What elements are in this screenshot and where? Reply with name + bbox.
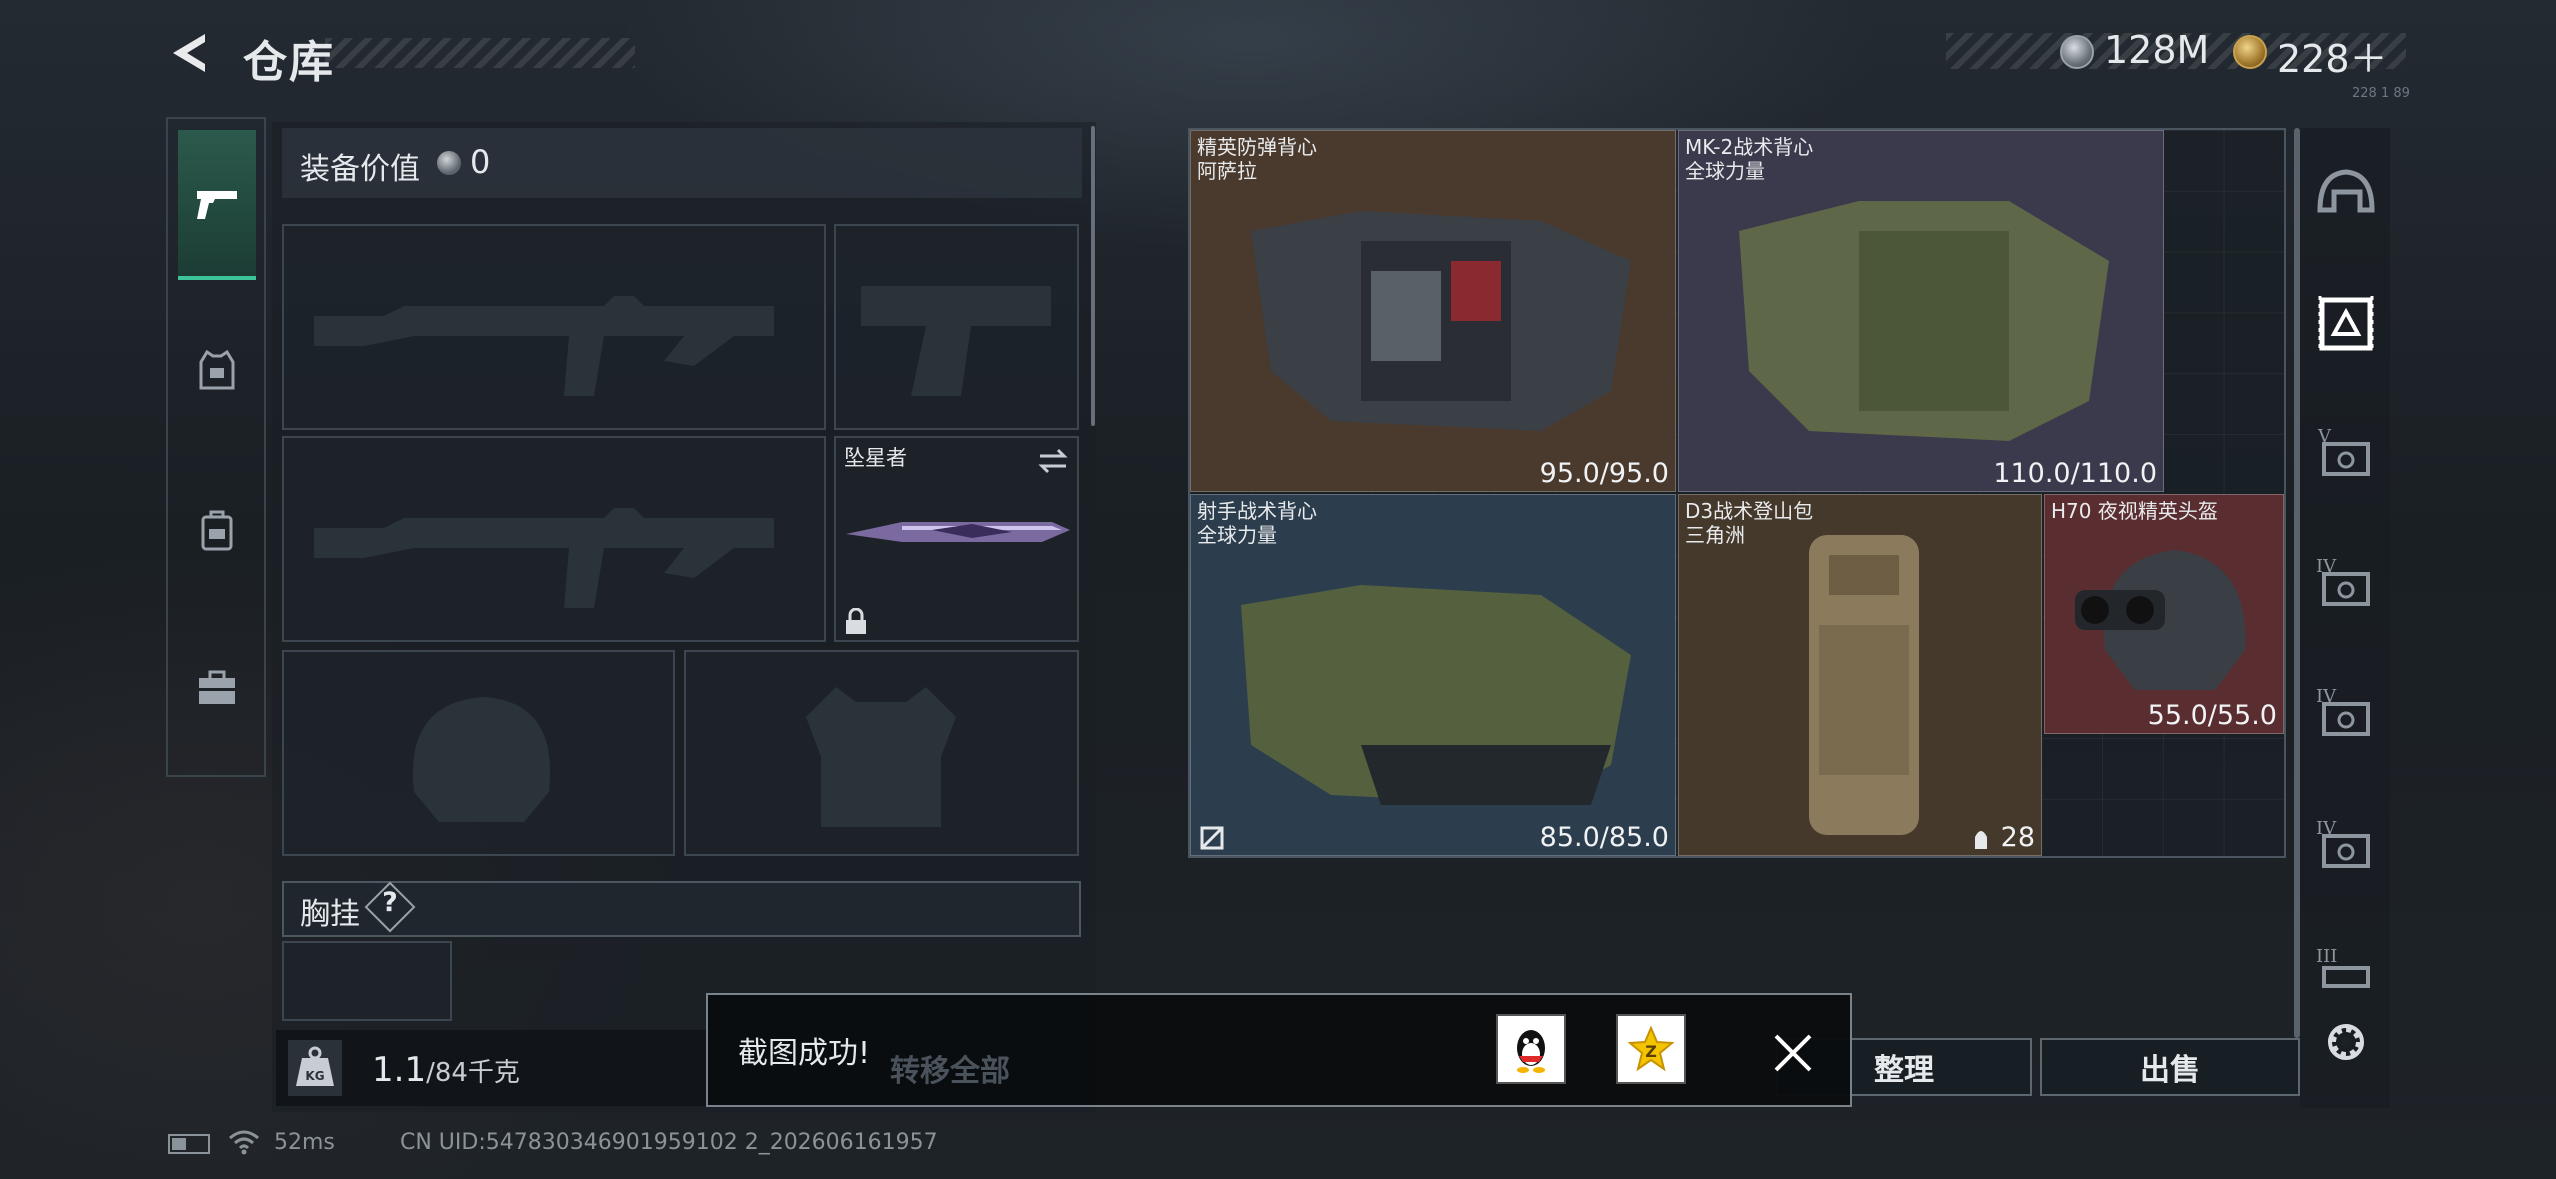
- item-origin: 全球力量: [1197, 523, 1277, 547]
- vest-image: [1739, 201, 2109, 441]
- item-name: H70 夜视精英头盔: [2051, 499, 2218, 523]
- helmet-slot[interactable]: [282, 650, 675, 856]
- tab-backpack[interactable]: [178, 480, 256, 580]
- item-name: 精英防弹背心: [1197, 135, 1317, 159]
- silver-coin-icon: [437, 151, 461, 175]
- pistol-silhouette-icon: [861, 286, 1051, 396]
- swap-icon[interactable]: [1036, 446, 1070, 476]
- silver-coin-icon: [2060, 35, 2094, 69]
- network-ping: 52ms: [274, 1130, 335, 1155]
- backpack-image: [1809, 535, 1919, 835]
- equipment-value: 0: [470, 143, 491, 181]
- helmet-silhouette-icon: [412, 697, 551, 822]
- svg-text:Z: Z: [1645, 1042, 1657, 1061]
- helmet-image: [2075, 550, 2246, 690]
- item-durability: 95.0/95.0: [1539, 458, 1669, 489]
- qq-penguin-icon: [1517, 1030, 1545, 1073]
- item-durability: 110.0/110.0: [1993, 458, 2157, 489]
- wifi-icon: [229, 1130, 259, 1155]
- storage-item-d3-backpack[interactable]: D3战术登山包 三角洲 28: [1678, 494, 2042, 856]
- storage-item-mk2-vest[interactable]: MK-2战术背心 全球力量 110.0/110.0: [1678, 130, 2164, 492]
- item-origin: 阿萨拉: [1197, 159, 1257, 183]
- knife-icon: [846, 522, 1070, 542]
- user-uid: CN UID:547830346901959102 2_202606161957: [400, 1130, 938, 1155]
- secondary-weapon-slot[interactable]: [282, 436, 826, 642]
- weight-value: 1.1/84千克: [372, 1050, 520, 1090]
- weight-max: /84千克: [426, 1058, 520, 1088]
- tier-iii-category-icon[interactable]: III: [2314, 940, 2378, 1004]
- tier-iv-category-3-icon[interactable]: IV: [2314, 812, 2378, 876]
- tier-iv-category-2-icon[interactable]: IV: [2314, 680, 2378, 744]
- close-icon[interactable]: [1768, 1028, 1818, 1078]
- currency-subtext: 228 1 89: [2352, 86, 2410, 101]
- title-decoration: [325, 38, 635, 68]
- helmet-category-icon[interactable]: [2314, 164, 2378, 228]
- briefcase-icon: [199, 670, 235, 704]
- pistol-icon: [197, 191, 237, 219]
- weight-current: 1.1: [372, 1050, 427, 1090]
- backpack-icon: [201, 510, 233, 551]
- weight-icon: KG: [288, 1040, 342, 1096]
- armor-silhouette-icon: [806, 687, 956, 827]
- sidearm-slot[interactable]: [834, 224, 1079, 430]
- vest-image: [1251, 211, 1631, 431]
- rifle-silhouette-icon: [314, 296, 774, 396]
- left-tab-bar-top: [166, 117, 266, 119]
- toast-message: 截图成功!: [738, 1036, 871, 1071]
- share-qzone-button[interactable]: Z: [1616, 1014, 1686, 1084]
- battery-level: [172, 1138, 186, 1150]
- primary-weapon-slot[interactable]: [282, 224, 826, 430]
- back-arrow-icon[interactable]: [165, 28, 215, 78]
- settings-gear-icon[interactable]: [2318, 1014, 2374, 1070]
- transfer-all-button[interactable]: 转移全部: [890, 1046, 1010, 1090]
- armor-category-icon[interactable]: [2314, 292, 2378, 356]
- sell-button[interactable]: 出售: [2040, 1038, 2300, 1096]
- armor-vest-icon: [199, 349, 235, 390]
- help-icon[interactable]: ?: [372, 887, 408, 918]
- equipment-scrollbar[interactable]: [1091, 126, 1095, 426]
- silver-currency-value: 128M: [2104, 28, 2210, 72]
- page-title: 仓库: [243, 37, 335, 88]
- gold-currency-value[interactable]: 228＋: [2277, 28, 2388, 83]
- gold-coin-icon: [2233, 35, 2267, 69]
- svg-text:KG: KG: [305, 1069, 324, 1083]
- qzone-star-icon: Z: [1627, 1025, 1675, 1072]
- item-count: 28: [2000, 822, 2035, 853]
- storage-item-marksman-vest[interactable]: 射手战术背心 全球力量 85.0/85.0: [1190, 494, 1676, 856]
- lock-icon: [846, 608, 866, 634]
- tier-iv-category-1-icon[interactable]: IV: [2314, 550, 2378, 614]
- item-durability: 85.0/85.0: [1539, 822, 1669, 853]
- storage-item-elite-vest[interactable]: 精英防弹背心 阿萨拉 95.0/95.0: [1190, 130, 1676, 492]
- melee-slot[interactable]: 坠星者: [834, 436, 1079, 642]
- equipment-value-label: 装备价值: [300, 152, 420, 187]
- chest-rig-label: 胸挂: [300, 897, 360, 932]
- tab-case[interactable]: [178, 638, 256, 738]
- item-origin: 三角洲: [1685, 523, 1745, 547]
- ammo-icon: [1975, 831, 1987, 849]
- svg-text:III: III: [2316, 946, 2337, 967]
- item-name: 射手战术背心: [1197, 499, 1317, 523]
- vest-image: [1241, 585, 1631, 805]
- melee-name: 坠星者: [844, 446, 907, 470]
- tier-v-category-icon[interactable]: V: [2314, 420, 2378, 484]
- tab-weapons[interactable]: [178, 130, 256, 280]
- chest-rig-slot[interactable]: [282, 941, 452, 1021]
- tab-armor[interactable]: [178, 320, 256, 420]
- share-qq-button[interactable]: [1496, 1014, 1566, 1084]
- item-name: MK-2战术背心: [1685, 135, 1814, 159]
- storage-item-h70-helmet[interactable]: H70 夜视精英头盔 55.0/55.0: [2044, 494, 2284, 734]
- item-durability: 55.0/55.0: [2147, 700, 2277, 731]
- body-armor-slot[interactable]: [684, 650, 1079, 856]
- no-trade-icon: [1200, 826, 1224, 850]
- item-origin: 全球力量: [1685, 159, 1765, 183]
- item-name: D3战术登山包: [1685, 499, 1814, 523]
- rifle-silhouette-icon: [314, 508, 774, 608]
